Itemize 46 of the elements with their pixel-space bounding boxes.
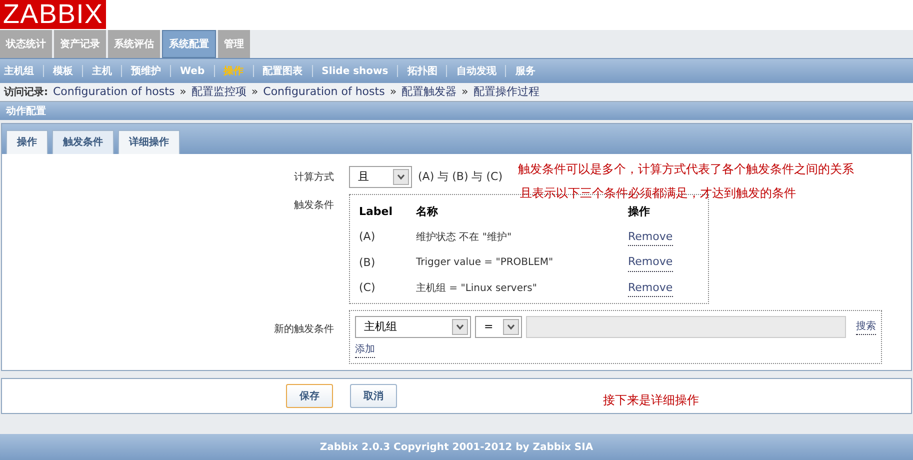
tab[interactable]: 操作 xyxy=(6,130,48,154)
remove-link[interactable]: Remove xyxy=(628,228,673,246)
column-header: 名称 xyxy=(416,204,439,220)
breadcrumb-link[interactable]: Configuration of hosts xyxy=(263,84,385,100)
calculation-select[interactable]: 且 xyxy=(349,166,412,188)
breadcrumb-separator: » xyxy=(462,84,468,100)
breadcrumb-link[interactable]: 配置监控项 xyxy=(191,84,246,100)
logo: ZABBIX xyxy=(0,0,106,29)
operator-select[interactable]: = xyxy=(475,316,522,338)
footer: Zabbix 2.0.3 Copyright 2001-2012 by Zabbix SIA xyxy=(0,434,913,460)
form-button[interactable]: 取消 xyxy=(350,384,397,408)
table-cell-text: 维护状态 不在 "维护" xyxy=(416,230,513,245)
tab[interactable]: 详细操作 xyxy=(118,130,180,154)
annotation-note: 触发条件可以是多个，计算方式代表了各个触发条件之间的关系 xyxy=(518,161,854,178)
remove-link[interactable]: Remove xyxy=(628,254,673,272)
breadcrumb-separator: » xyxy=(180,84,186,100)
annotation-note: 接下来是详细操作 xyxy=(603,392,699,409)
breadcrumb-separator: » xyxy=(251,84,258,100)
search-link[interactable]: 搜索 xyxy=(856,319,876,335)
annotation-note: 且表示以下三个条件必须都满足，才达到触发的条件 xyxy=(520,185,796,202)
chevron-icon xyxy=(393,169,409,185)
breadcrumb-separator: » xyxy=(390,84,397,100)
tab[interactable]: 触发条件 xyxy=(52,130,114,154)
remove-link[interactable]: Remove xyxy=(628,280,673,297)
table-cell-text: (B) xyxy=(359,254,376,270)
chevron-icon xyxy=(503,319,519,335)
column-header: 操作 xyxy=(628,204,651,220)
field-label: 新的触发条件 xyxy=(273,322,334,337)
breadcrumb-label: 访问记录: xyxy=(4,85,48,100)
chevron-icon xyxy=(452,319,468,335)
breadcrumb-link[interactable]: 配置触发器 xyxy=(402,84,457,100)
page-header: 动作配置 xyxy=(0,101,913,120)
table-cell-text: (A) xyxy=(359,229,376,245)
table-cell-text: Trigger value = "PROBLEM" xyxy=(416,256,554,270)
value-field[interactable] xyxy=(526,316,846,338)
breadcrumb-link[interactable]: Configuration of hosts xyxy=(53,84,175,100)
form-button[interactable]: 保存 xyxy=(286,384,333,408)
expression-text: (A) 与 (B) 与 (C) xyxy=(418,168,502,185)
field-label: 触发条件 xyxy=(293,199,334,213)
condition-type-select[interactable]: 主机组 xyxy=(355,316,471,338)
table-cell-text: (C) xyxy=(359,280,376,296)
add-link[interactable]: 添加 xyxy=(355,342,375,358)
breadcrumb-link[interactable]: 配置操作过程 xyxy=(473,84,540,100)
field-label: 计算方式 xyxy=(293,170,334,185)
column-header: Label xyxy=(359,204,394,220)
table-cell-text: 主机组 = "Linux servers" xyxy=(416,282,538,296)
